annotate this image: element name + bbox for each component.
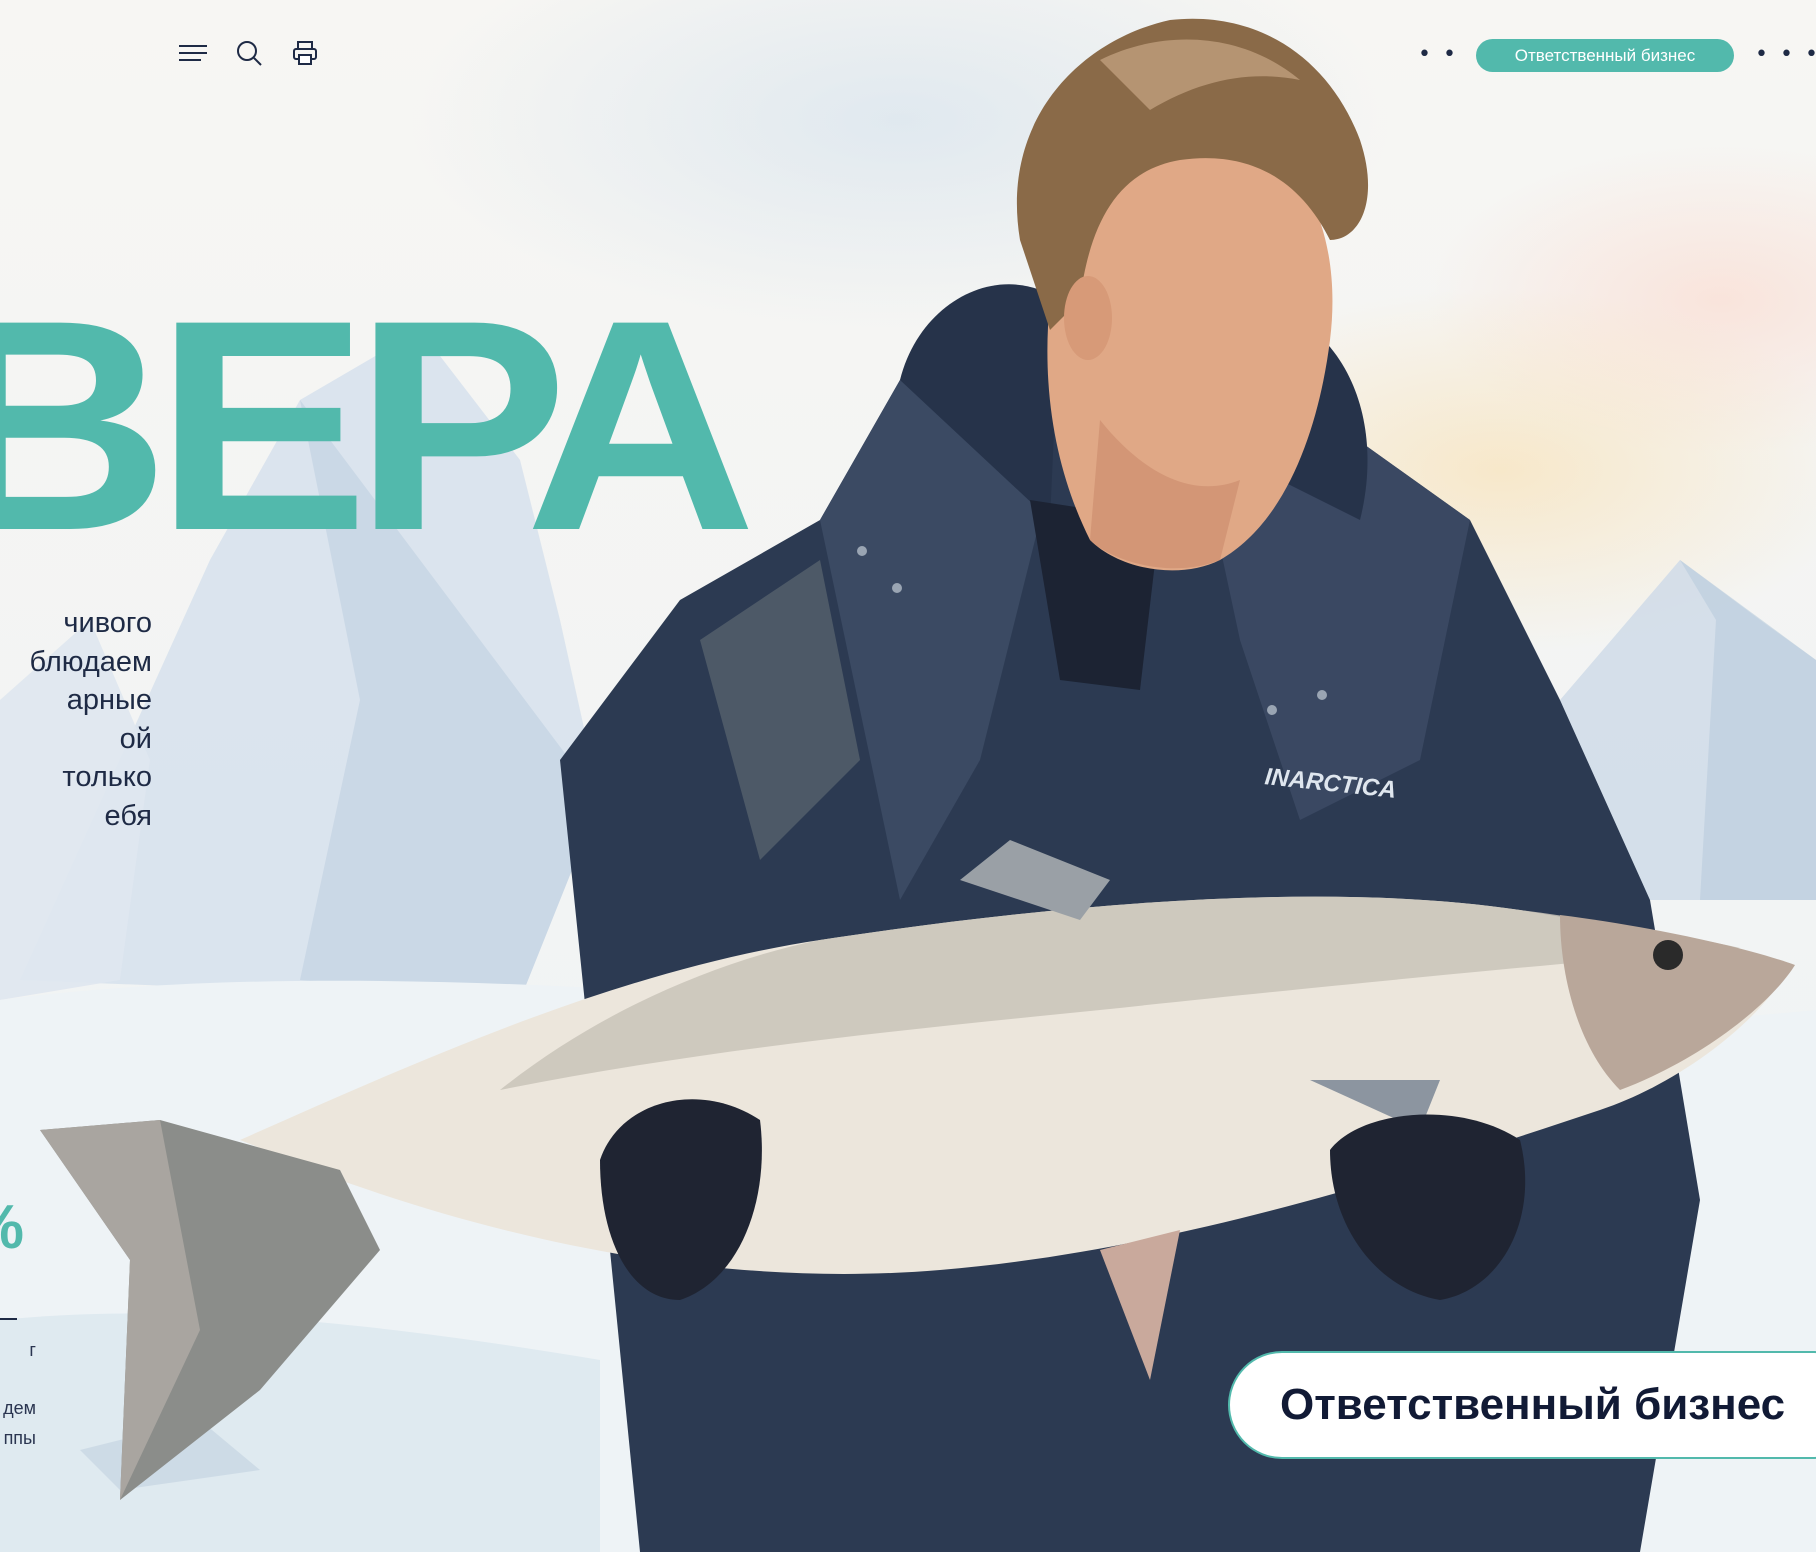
nav-dots-right[interactable]: ••• (1755, 44, 1816, 66)
stat-value: % (0, 1192, 24, 1263)
section-title-button[interactable]: Ответственный бизнес (1228, 1351, 1816, 1459)
hero-headline: ВЕРА (0, 257, 757, 593)
menu-icon[interactable] (178, 38, 208, 68)
intro-line: ой (119, 722, 152, 755)
intro-line: чивого (63, 607, 152, 639)
intro-line: блюдаем (29, 645, 152, 678)
intro-line: арные (66, 684, 152, 716)
nav-section-responsible-business[interactable]: Ответственный бизнес (1476, 39, 1734, 72)
search-icon[interactable] (234, 38, 264, 68)
print-icon[interactable] (290, 38, 320, 68)
fisherman-illustration: INARCTICA (40, 18, 1795, 1552)
stat-divider (0, 1318, 17, 1320)
stat-caption: дем (3, 1398, 36, 1418)
section-title: Ответственный бизнес (1280, 1380, 1786, 1429)
nav-section-label: Ответственный бизнес (1514, 45, 1696, 65)
hero-intro-text: чивого блюдаем арные ой только ебя (0, 604, 152, 835)
intro-line: ебя (104, 799, 152, 832)
stat-caption: г (29, 1340, 36, 1360)
stat-caption: ппы (3, 1428, 36, 1448)
intro-line: только (62, 761, 152, 793)
toolbar (178, 38, 320, 68)
nav-dots-left[interactable]: •• (1418, 44, 1468, 66)
